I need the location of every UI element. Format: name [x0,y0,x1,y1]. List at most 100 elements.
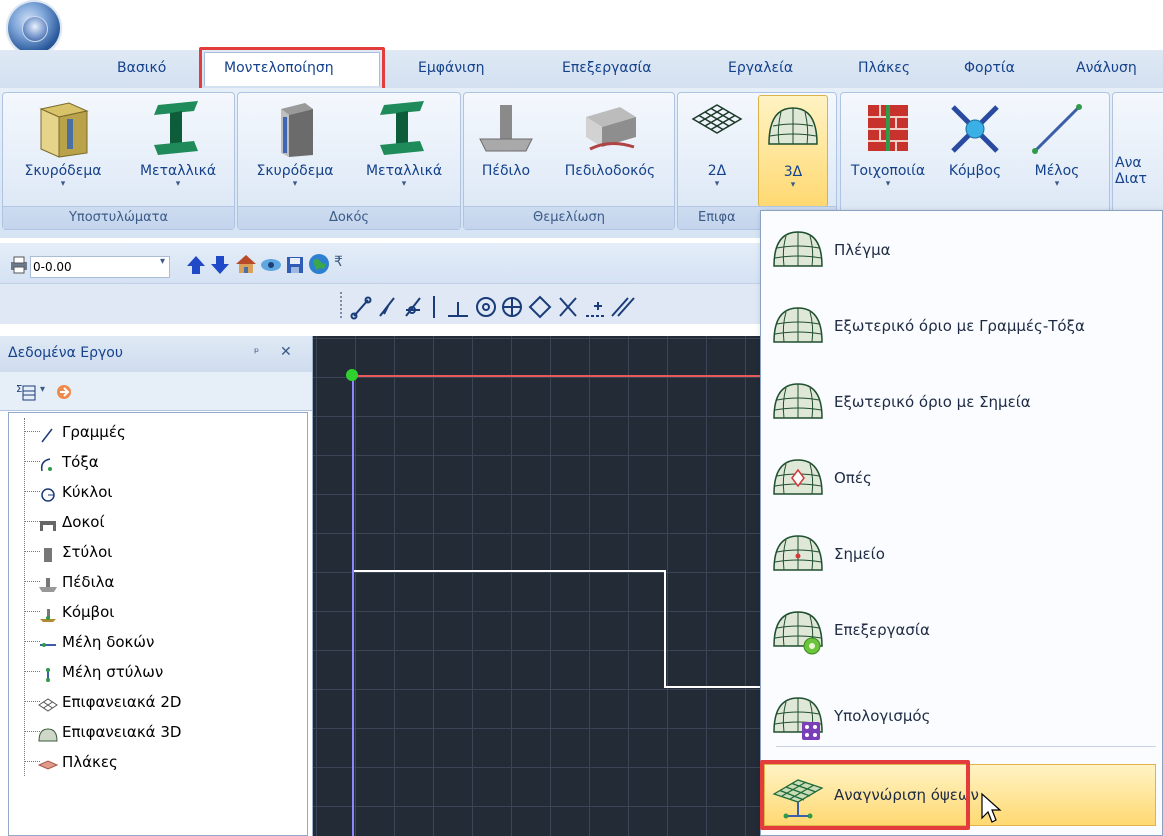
member-label: Μέλος [1034,163,1080,179]
menu-item-label: Επεξεργασία [834,621,930,639]
tab-edit[interactable]: Επεξεργασία [562,60,651,76]
menu-item-point[interactable]: Σημείο [762,518,1160,590]
node-button[interactable]: Κόμβος [935,95,1015,207]
drawn-line [354,570,665,572]
level-up-icon[interactable] [186,254,206,274]
column-steel-button[interactable]: Μεταλλικά ▾ [123,95,233,207]
close-icon[interactable]: ✕ [280,344,292,360]
member-button[interactable]: Μέλος ▾ [1015,95,1099,207]
concrete-beam-icon [265,99,325,159]
menu-separator [776,746,1156,747]
partial-label-1: Ανα [1115,155,1142,171]
line-icon [38,424,58,443]
group-columns-label: Υποστυλώματα [3,206,234,229]
tree-item-label: Μέλη στύλων [62,663,164,681]
menu-item-highlight-frame [760,760,970,830]
tree-item-label: Τόξα [62,453,99,471]
menu-item-label: Σημείο [834,545,885,563]
tie-beam-button[interactable]: Πεδιλοδοκός [546,95,674,207]
print-icon[interactable] [8,254,28,274]
column-icon [38,544,58,562]
menu-item-label: Εξωτερικό όριο με Σημεία [834,393,1031,411]
tab-view[interactable]: Εμφάνιση [418,60,485,76]
chevron-down-icon: ▾ [401,179,407,189]
footing-button[interactable]: Πέδιλο [468,95,544,207]
application-menu-button[interactable] [8,2,60,54]
group-columns: Σκυρόδεμα ▾ Μεταλλικά ▾ Υποστυλώματα [2,92,235,230]
tree-item-label: Στύλοι [62,543,113,561]
footing-icon [476,99,536,159]
partial-label-2: Διατ [1115,171,1147,187]
menu-item-boundary-points[interactable]: Εξωτερικό όριο με Σημεία [762,366,1160,438]
tree-item-label: Γραμμές [62,423,126,441]
pin-icon[interactable]: ᵖ [254,345,259,359]
tab-tools[interactable]: Εργαλεία [728,60,793,76]
node-icon [38,604,58,622]
tree-item-label: Κύκλοι [62,483,113,501]
level-selector[interactable]: 0-0.00 [30,256,170,278]
menu-item-label: Οπές [834,469,872,487]
tab-analysis[interactable]: Ανάλυση [1076,60,1137,76]
title-bar [0,0,1163,50]
app-logo-icon [22,16,48,42]
wall-button[interactable]: Τοιχοποιία ▾ [841,95,935,207]
beam-icon [38,514,58,531]
group-beam: Σκυρόδεμα ▾ Μεταλλικά ▾ Δοκός [237,92,461,230]
partial-button[interactable]: Ανα Διατ [1113,155,1163,205]
save-icon[interactable] [285,255,305,275]
menu-item-openings[interactable]: Οπές [762,442,1160,514]
group-beam-label: Δοκός [238,206,460,229]
sort-icon[interactable]: Σ [16,382,38,406]
view-eye-icon[interactable] [260,256,281,276]
dome-mesh-icon [38,724,58,742]
drawing-canvas[interactable] [313,336,760,836]
tab-basic[interactable]: Βασικό [117,60,166,76]
tie-beam-icon [580,99,640,159]
steel-column-icon [148,99,208,159]
steel-beam-icon [374,99,434,159]
tie-beam-label: Πεδιλοδοκός [564,163,656,179]
column-concrete-label: Σκυρόδεμα [24,163,102,179]
y-axis-line [352,375,354,836]
group-foundation-label: Θεμελίωση [464,206,674,229]
node-icon [945,99,1005,159]
surface-3d-label: 3Δ [783,164,803,180]
drawn-line [664,570,666,688]
chevron-down-icon[interactable]: ▾ [160,256,165,267]
chevron-down-icon[interactable]: ▾ [40,384,45,395]
panel-toolbar: Σ ▾ [0,372,312,411]
menu-item-mesh[interactable]: Πλέγμα [762,214,1160,286]
dome-mesh-icon [770,376,826,428]
menu-item-edit[interactable]: Επεξεργασία [762,594,1160,666]
column-steel-label: Μεταλλικά [139,163,217,179]
column-concrete-button[interactable]: Σκυρόδεμα ▾ [5,95,121,207]
building-icon[interactable] [234,252,256,273]
footing-icon [38,574,58,592]
beam-steel-button[interactable]: Μεταλλικά ▾ [350,95,458,207]
menu-item-label: Εξωτερικό όριο με Γραμμές-Τόξα [834,317,1085,335]
menu-item-boundary-lines-arcs[interactable]: Εξωτερικό όριο με Γραμμές-Τόξα [762,290,1160,362]
beam-steel-label: Μεταλλικά [365,163,443,179]
refresh-icon[interactable] [54,382,74,406]
concrete-column-icon [33,99,93,159]
tree-item-label: Πέδιλα [62,573,115,591]
tab-loads[interactable]: Φορτία [964,60,1015,76]
node-label: Κόμβος [948,163,1002,179]
surface-3d-button[interactable]: 3Δ ▾ [758,95,828,207]
tree-item-label: Μέλη δοκών [62,633,155,651]
tab-slabs[interactable]: Πλάκες [858,60,910,76]
level-down-icon[interactable] [210,254,230,274]
customize-icon[interactable]: ₹ [334,254,343,270]
slab-icon [37,754,59,770]
member-icon [1027,99,1087,159]
surface-2d-button[interactable]: 2Δ ▾ [680,95,754,207]
beam-concrete-button[interactable]: Σκυρόδεμα ▾ [240,95,350,207]
column-member-icon [38,664,58,682]
tree-item-label: Επιφανειακά 2D [62,693,182,711]
beam-member-icon [38,634,58,650]
footing-label: Πέδιλο [481,163,531,179]
wall-label: Τοιχοποιία [850,163,926,179]
globe-icon[interactable] [308,253,329,274]
arc-icon [38,454,58,472]
menu-item-calculation[interactable]: Υπολογισμός [762,680,1160,752]
